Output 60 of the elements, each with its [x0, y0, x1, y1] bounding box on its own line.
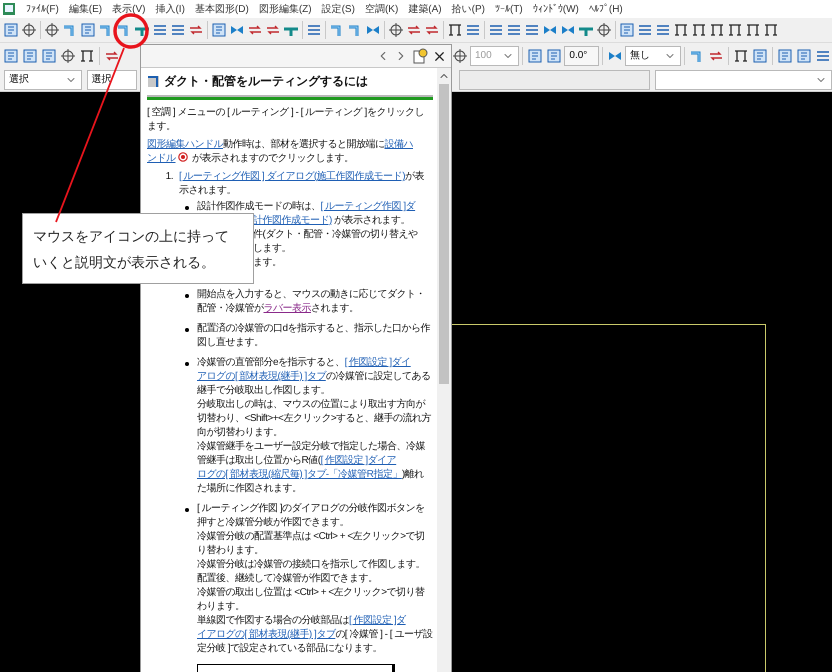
- menu-item[interactable]: ﾍﾙﾌﾟ(H): [588, 2, 623, 16]
- help-link[interactable]: [ 作図設定 ]ダイ: [344, 357, 411, 368]
- menu-item[interactable]: 編集(E): [68, 2, 102, 16]
- callout-text: マウスをアイコンの上に持っていくと説明文が表示される。: [33, 227, 230, 272]
- menu-item[interactable]: 設定(S): [322, 2, 355, 16]
- help-link[interactable]: 図形編集ハンドル: [147, 139, 223, 150]
- crosshair-icon[interactable]: [20, 20, 38, 40]
- help-text: 配置済の冷媒管の口dを指示すると、指示した口から作図し直せます。: [197, 322, 432, 350]
- menu-item[interactable]: 挿入(I): [155, 2, 185, 16]
- help-text: [ ルーティング作図 ] ダイアログ(施工作図作成モード)が表示されます。: [179, 170, 426, 198]
- menu-item[interactable]: 基本図形(D): [194, 2, 249, 16]
- help-page-icon[interactable]: [412, 48, 428, 64]
- help-link[interactable]: [ 作図設定 ]ダイア: [320, 455, 396, 466]
- help-text: 開始点を入力すると、マウスの動きに応じてダクト・配管・冷媒管がラバー表示されます。: [197, 288, 426, 316]
- menu-item[interactable]: 拾い(P): [452, 2, 485, 16]
- line-select[interactable]: 無し: [625, 46, 681, 66]
- help-title: ダクト・配管をルーティングするには: [164, 74, 368, 88]
- bullet-icon: [185, 328, 189, 332]
- help-link[interactable]: ンドル: [147, 153, 176, 164]
- help-text: 図形編集ハンドル動作時は、部材を選択すると開放端に設備ハ ンドル が表示されますのでクリックします。: [147, 138, 414, 166]
- step-number: 1.: [164, 170, 174, 184]
- handle-icon: [178, 152, 188, 162]
- help-text: 件(ダクト・配管・冷媒管の切り替えや: [253, 228, 418, 242]
- help-link[interactable]: [ 作図設定 ]ダ: [349, 615, 406, 626]
- menu-item[interactable]: ﾌｧｲﾙ(F): [26, 2, 59, 16]
- bullet-icon: [185, 206, 189, 210]
- help-link[interactable]: アログの[ 部材表現(継手) ]タブ: [197, 371, 326, 382]
- scrollbar[interactable]: [437, 68, 451, 672]
- help-link[interactable]: ラバー表示: [264, 303, 311, 314]
- scrollbar-thumb[interactable]: [439, 84, 449, 384]
- help-text: [ ルーティング作図 ]のダイアログの分岐作図ボタンを押すと冷媒管分岐が作図できます。 冷媒管分岐の配置基準点は <Ctrl> + <左クリック>で切り替わります。 冷媒管分岐は冷媒管の接続口を指示して作図します。配置後、継続して冷媒管が作図できます。 冷媒管の取出し位置は <Ctrl> + <左クリック>で切り替わります。 単線図で作図する場合の分岐部品は[ 作図設定 ]ダ イアログの[ 部材表現(継手) ]タブの[ 冷媒管 ] - [ ユーザ設定分岐 ]で設定されている部品になります。: [197, 502, 433, 656]
- menu-item[interactable]: ｳｨﾝﾄﾞｳ(W): [532, 2, 579, 16]
- crosshair-icon[interactable]: [387, 20, 405, 40]
- help-link[interactable]: [ ルーティング作図 ]ダ: [320, 201, 416, 212]
- menu-item[interactable]: 表示(V): [112, 2, 146, 16]
- help-link[interactable]: 設備ハ: [384, 139, 413, 150]
- angle-field[interactable]: 0.0°: [564, 46, 600, 66]
- bullet-icon: [185, 362, 189, 366]
- app-icon[interactable]: [2, 2, 16, 16]
- menu-item[interactable]: 空調(K): [364, 2, 398, 16]
- crosshair-icon[interactable]: [43, 20, 61, 40]
- menu-item[interactable]: ﾂｰﾙ(T): [494, 2, 523, 16]
- help-text: 冷媒管の直管部分eを指示すると、[ 作図設定 ]ダイ アログの[ 部材表現(継手) ]タブの冷媒管に設定してある継手で分岐取出し作図します。 分岐取出しの時は、マウスの位置により取出す方向が切替わり、<Shift>+<左クリック>すると、継手の流れ方向が切替わります。 冷媒管継手をユーザー設定分岐で指定した場合、冷媒管継手は取出し位置からR値([ 作図設定 ]ダイア ログの[ 部材表現(縮尺毎) ]タブ-「冷媒管R指定」)離れた場所に作図されます。: [197, 356, 432, 496]
- help-text: ます。: [253, 256, 282, 270]
- help-text: [ 空調 ] メニューの [ ルーティング ] - [ ルーティング ]をクリックします。: [147, 106, 425, 134]
- help-text: します。: [253, 242, 292, 256]
- help-text: 設計作図作成モードの時は、[ ルーティング作図 ]ダ: [197, 200, 416, 214]
- help-link[interactable]: ログの[ 部材表現(縮尺毎) ]タブ-「冷媒管R指定」: [197, 469, 402, 480]
- bullet-icon: [185, 508, 189, 512]
- bullet-icon: [185, 294, 189, 298]
- highlight-circle: [113, 13, 149, 49]
- help-link[interactable]: イアログの[ 部材表現(継手) ]タブ: [197, 629, 336, 640]
- menu-item[interactable]: 建築(A): [408, 2, 442, 16]
- crosshair-icon[interactable]: [595, 20, 613, 40]
- mode-select[interactable]: 選択: [86, 70, 137, 90]
- menu-item[interactable]: 図形編集(Z): [258, 2, 312, 16]
- help-link[interactable]: [ ルーティング作図 ] ダイアログ(施工作図作成モード): [179, 171, 406, 182]
- document-icon: [147, 74, 160, 88]
- command-field[interactable]: [458, 70, 650, 90]
- mode-select[interactable]: 選択: [4, 70, 82, 90]
